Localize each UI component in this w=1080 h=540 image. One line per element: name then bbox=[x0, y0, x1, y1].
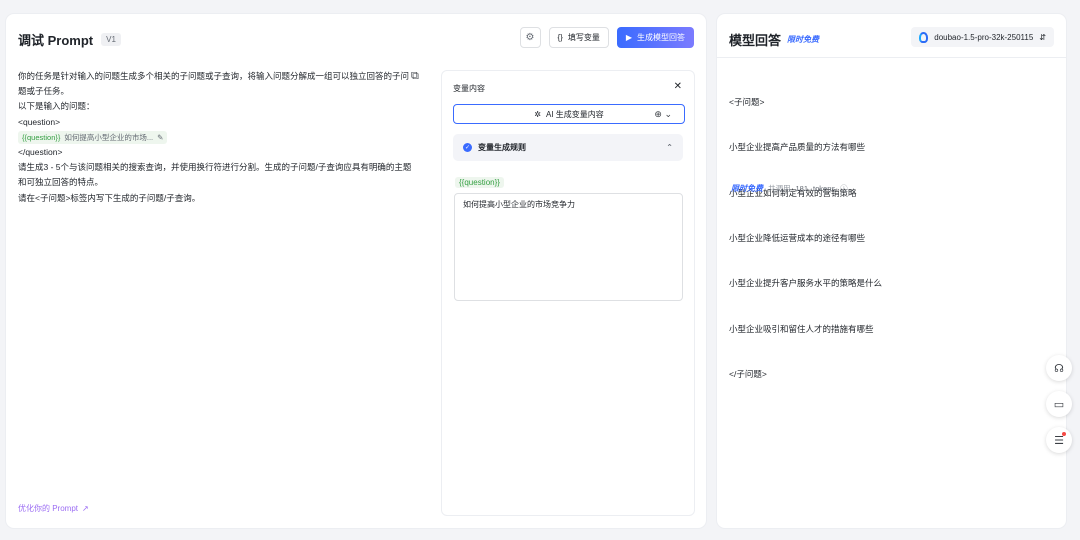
prompt-toolbar: ⚙ {} 填写变量 ▶ 生成模型回答 bbox=[519, 27, 694, 48]
info-icon[interactable]: ⓘ bbox=[840, 183, 848, 194]
external-link-icon: ↗ bbox=[82, 504, 89, 513]
prompt-line: 请生成3 - 5个与该问题相关的搜索查询，并使用换行符进行分割。生成的子问题/子… bbox=[18, 162, 412, 173]
support-button[interactable]: ☊ bbox=[1046, 355, 1072, 381]
optimize-prompt-label: 优化你的 Prompt bbox=[18, 504, 79, 513]
chevron-up-icon: ⌃ bbox=[666, 143, 673, 152]
usage-tokens: 181 bbox=[795, 184, 809, 193]
doubao-logo-icon bbox=[919, 31, 929, 43]
prompt-line: 题或子任务。 bbox=[18, 86, 70, 97]
usage-prefix: 共调用 bbox=[768, 184, 791, 193]
sparkle-icon: ✲ bbox=[534, 109, 541, 119]
prompt-debug-panel: 调试 Prompt V1 ⚙ {} 填写变量 ▶ 生成模型回答 你的任务是针对输… bbox=[6, 14, 706, 528]
prompt-editor[interactable]: 你的任务是针对输入的问题生成多个相关的子问题或子查询，将输入问题分解成一组可以独… bbox=[18, 69, 438, 206]
optimize-prompt-link[interactable]: 优化你的 Prompt ↗ bbox=[18, 503, 89, 514]
answer-line: 小型企业提高产品质量的方法有哪些 bbox=[729, 142, 866, 153]
variable-chip[interactable]: {{question}} 如何提高小型企业的市场... ✎ bbox=[18, 130, 168, 144]
generate-answer-label: 生成模型回答 bbox=[637, 33, 685, 42]
page-title: 调试 Prompt bbox=[18, 33, 94, 48]
notification-dot bbox=[1062, 432, 1066, 436]
version-badge[interactable]: V1 bbox=[101, 33, 121, 46]
variable-name-tag: {{question}} bbox=[455, 177, 504, 188]
prompt-line: 你的任务是针对输入的问题生成多个相关的子问题或子查询，将输入问题分解成一组可以独… bbox=[18, 71, 410, 81]
free-badge: 限时免费 bbox=[787, 35, 820, 44]
generate-answer-button[interactable]: ▶ 生成模型回答 bbox=[616, 27, 694, 48]
model-answer-panel: 模型回答 限时免费 doubao-1.5-pro-32k-250115 ⇵ <子… bbox=[717, 14, 1066, 528]
feedback-button[interactable]: ☰ bbox=[1046, 427, 1072, 453]
copy-icon[interactable]: ⧉ bbox=[411, 70, 419, 83]
braces-icon: {} bbox=[557, 33, 563, 42]
variable-panel-title: 变量内容 bbox=[453, 84, 485, 93]
token-usage: 限时免费 共调用 181 tokens ⓘ bbox=[731, 183, 848, 194]
divider bbox=[717, 57, 1066, 58]
answer-line: 小型企业吸引和留住人才的措施有哪些 bbox=[729, 323, 874, 334]
prompt-line: 以下是输入的问题： bbox=[18, 101, 95, 112]
prompt-line: 请在<子问题>标签内写下生成的子问题/子查询。 bbox=[18, 192, 201, 203]
answer-title-row: 模型回答 限时免费 bbox=[729, 30, 819, 49]
variable-rules-toggle[interactable]: ✓ 变量生成规则 ⌃ bbox=[453, 134, 683, 161]
variable-value-input[interactable]: 如何提高小型企业的市场竞争力 bbox=[454, 193, 683, 301]
usage-suffix: tokens bbox=[813, 184, 836, 193]
usage-free-badge: 限时免费 bbox=[731, 184, 763, 193]
answer-line: 小型企业提升客户服务水平的策略是什么 bbox=[729, 278, 883, 289]
prompt-line: </question> bbox=[18, 147, 63, 158]
docs-button[interactable]: ▭ bbox=[1046, 391, 1072, 417]
prompt-line: <question> bbox=[18, 116, 61, 127]
variable-chip-value: 如何提高小型企业的市场... bbox=[64, 132, 154, 142]
check-icon: ✓ bbox=[463, 143, 472, 152]
book-icon: ▭ bbox=[1053, 398, 1065, 411]
ai-generate-label: AI 生成变量内容 bbox=[545, 109, 604, 119]
sliders-icon: ⇵ bbox=[1039, 32, 1046, 42]
variable-rules-label: 变量生成规则 bbox=[478, 143, 526, 152]
play-icon: ▶ bbox=[625, 33, 632, 42]
ai-generate-variables-button[interactable]: ✲ AI 生成变量内容 ⊕ ⌄ bbox=[453, 104, 685, 124]
edit-icon[interactable]: ✎ bbox=[157, 131, 163, 144]
variable-panel: 变量内容 ✕ ✲ AI 生成变量内容 ⊕ ⌄ ✓ 变量生成规则 ⌃ {{ques… bbox=[441, 70, 695, 516]
settings-button[interactable]: ⚙ bbox=[519, 27, 541, 48]
answer-title: 模型回答 bbox=[729, 33, 782, 48]
fill-variables-button[interactable]: {} 填写变量 bbox=[548, 27, 609, 48]
answer-line: 小型企业降低运营成本的途径有哪些 bbox=[729, 233, 866, 244]
answer-line: <子问题> bbox=[729, 97, 765, 108]
model-selector[interactable]: doubao-1.5-pro-32k-250115 ⇵ bbox=[911, 27, 1054, 47]
prompt-line: {{question}} 如何提高小型企业的市场... ✎ bbox=[18, 130, 438, 145]
fill-variables-label: 填写变量 bbox=[567, 33, 600, 42]
close-icon[interactable]: ✕ bbox=[674, 81, 682, 92]
settings-icon: ⚙ bbox=[525, 32, 535, 43]
answer-content: <子问题> 小型企业提高产品质量的方法有哪些 小型企业如何制定有效的营销策略 小… bbox=[729, 65, 882, 412]
variable-chip-name: {{question}} bbox=[22, 132, 61, 142]
headset-icon: ☊ bbox=[1054, 362, 1064, 375]
answer-line: </子问题> bbox=[729, 368, 767, 379]
model-name: doubao-1.5-pro-32k-250115 bbox=[934, 32, 1034, 42]
globe-icon[interactable]: ⊕ ⌄ bbox=[654, 109, 672, 120]
prompt-title-row: 调试 Prompt V1 bbox=[18, 30, 121, 49]
prompt-line: 和可独立回答的特点。 bbox=[18, 177, 104, 188]
